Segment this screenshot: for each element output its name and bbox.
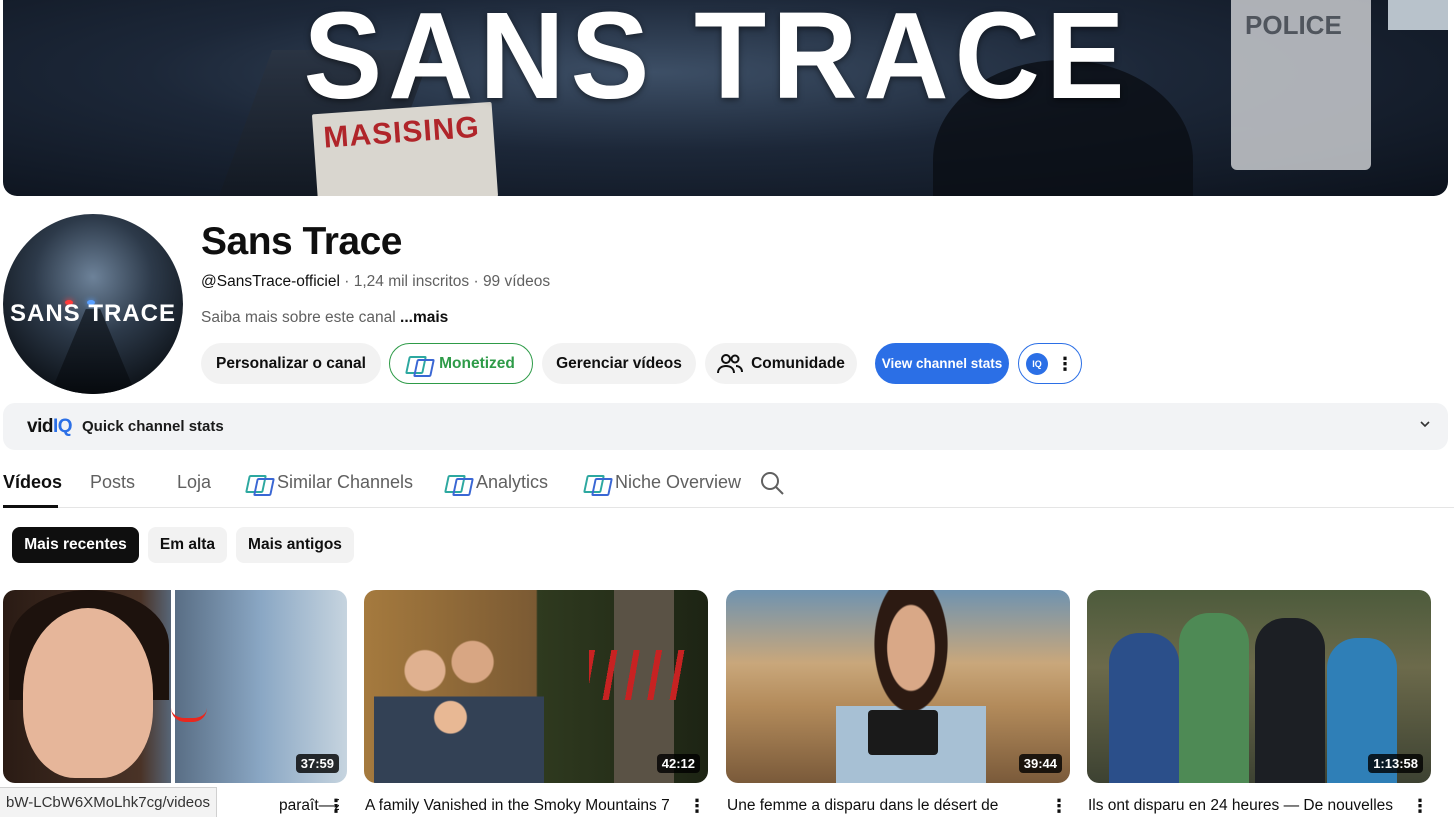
thumb-graphic [374, 610, 544, 783]
thumb-graphic [23, 608, 153, 778]
nexlev-icon [446, 473, 470, 493]
chip-label: Mais recentes [24, 536, 127, 553]
vidiq-logo-iq: IQ [52, 415, 73, 437]
nexlev-icon [407, 354, 431, 374]
about-more-link[interactable]: ...mais [400, 309, 448, 326]
chip-label: Em alta [159, 536, 216, 553]
people-icon [717, 353, 744, 373]
status-bar-url: bW-LCbW6XMoLhk7cg/videos [0, 787, 217, 817]
video-card[interactable]: 1:13:58 Ils ont disparu en 24 heures — D… [1087, 590, 1431, 816]
video-thumbnail[interactable]: 1:13:58 [1087, 590, 1431, 783]
chevron-down-icon[interactable] [1418, 417, 1432, 431]
video-card[interactable]: 39:44 Une femme a disparu dans le désert… [726, 590, 1070, 816]
channel-handle: @SansTrace-officiel [201, 273, 340, 290]
video-duration: 1:13:58 [1368, 754, 1423, 773]
vidiq-menu-button[interactable]: IQ ⋮ [1018, 343, 1082, 384]
video-card[interactable]: 42:12 A family Vanished in the Smoky Mou… [364, 590, 708, 816]
video-duration: 42:12 [656, 754, 700, 773]
thumb-graphic [171, 708, 207, 722]
channel-about[interactable]: Saiba mais sobre este canal ...mais [201, 309, 448, 327]
vidiq-title: Quick channel stats [82, 418, 224, 435]
thumb-graphic [1109, 633, 1179, 783]
channel-banner: MASISING POLICE SANS TRACE [3, 0, 1448, 196]
meta-separator: · [339, 273, 354, 290]
manage-videos-button[interactable]: Gerenciar vídeos [542, 343, 696, 384]
more-vert-icon[interactable]: ⋮ [688, 796, 706, 817]
avatar-text: SANS TRACE [9, 300, 176, 327]
tab-videos[interactable]: Vídeos [3, 472, 62, 493]
banner-title: SANS TRACE [303, 0, 1131, 126]
vidiq-logo: vidIQ [27, 415, 73, 438]
tab-label: Loja [177, 472, 212, 492]
thumb-graphic [589, 650, 689, 700]
view-channel-stats-button[interactable]: View channel stats [875, 343, 1009, 384]
more-vert-icon[interactable]: ⋮ [327, 796, 345, 817]
chip-oldest[interactable]: Mais antigos [236, 527, 354, 563]
channel-meta: @SansTrace-officiel · 1,24 mil inscritos… [201, 273, 550, 291]
video-title[interactable]: A family Vanished in the Smoky Mountains… [365, 797, 685, 815]
vidiq-logo-vid: vid [27, 415, 53, 437]
channel-avatar[interactable]: SANS TRACE [3, 214, 183, 394]
tab-label: Analytics [476, 472, 549, 492]
vidiq-quick-stats-bar[interactable]: vidIQ Quick channel stats [3, 403, 1448, 450]
stats-label: View channel stats [881, 356, 1003, 371]
more-vert-icon: ⋮ [1056, 353, 1074, 374]
tab-label: Posts [90, 472, 136, 492]
monetized-label: Monetized [439, 354, 515, 372]
channel-name: Sans Trace [201, 220, 402, 263]
subscriber-count: 1,24 mil inscritos [353, 273, 470, 290]
tab-label: Similar Channels [277, 472, 414, 492]
video-thumbnail[interactable]: 42:12 [364, 590, 708, 783]
more-vert-icon[interactable]: ⋮ [1411, 796, 1429, 817]
video-thumbnail[interactable]: 37:59 [3, 590, 347, 783]
channel-tabs: Vídeos Posts Loja Similar Channels Analy… [3, 460, 1454, 508]
video-thumbnail[interactable]: 39:44 [726, 590, 1070, 783]
nexlev-icon [247, 473, 271, 493]
monetized-button[interactable]: Monetized [389, 343, 533, 384]
chip-label: Mais antigos [248, 536, 342, 553]
community-button[interactable]: Comunidade [705, 343, 857, 384]
video-title[interactable]: Ils ont disparu en 24 heures — De nouvel… [1088, 797, 1408, 815]
thumb-graphic [868, 710, 938, 755]
video-count: 99 vídeos [482, 273, 551, 290]
tab-label: Niche Overview [615, 472, 742, 492]
manage-label: Gerenciar vídeos [556, 354, 682, 372]
tab-label: Vídeos [3, 472, 63, 492]
thumb-graphic [1255, 618, 1325, 783]
tab-niche-overview[interactable]: Niche Overview [585, 472, 741, 493]
personalize-label: Personalizar o canal [216, 354, 366, 372]
video-title[interactable]: Une femme a disparu dans le désert de [727, 797, 1047, 815]
thumb-graphic [171, 590, 175, 783]
tab-analytics[interactable]: Analytics [446, 472, 548, 493]
video-duration: 37:59 [295, 754, 339, 773]
tab-posts[interactable]: Posts [90, 472, 135, 493]
meta-separator: · [469, 273, 483, 290]
community-label: Comunidade [751, 354, 845, 372]
personalize-channel-button[interactable]: Personalizar o canal [201, 343, 381, 384]
chip-most-recent[interactable]: Mais recentes [12, 527, 139, 563]
video-card[interactable]: 37:59 paraît—29 ⋮ [3, 590, 347, 816]
video-duration: 39:44 [1018, 754, 1062, 773]
channel-page: MASISING POLICE SANS TRACE SANS TRACE Sa… [0, 0, 1454, 819]
thumb-graphic [1179, 613, 1249, 783]
more-vert-icon[interactable]: ⋮ [1050, 796, 1068, 817]
tab-active-indicator [3, 505, 58, 508]
tab-similar-channels[interactable]: Similar Channels [247, 472, 413, 493]
chip-popular[interactable]: Em alta [148, 527, 227, 563]
vidiq-icon: IQ [1026, 352, 1048, 375]
search-icon[interactable] [759, 470, 785, 496]
nexlev-icon [585, 473, 609, 493]
tab-store[interactable]: Loja [177, 472, 211, 493]
about-text: Saiba mais sobre este canal [201, 309, 401, 326]
